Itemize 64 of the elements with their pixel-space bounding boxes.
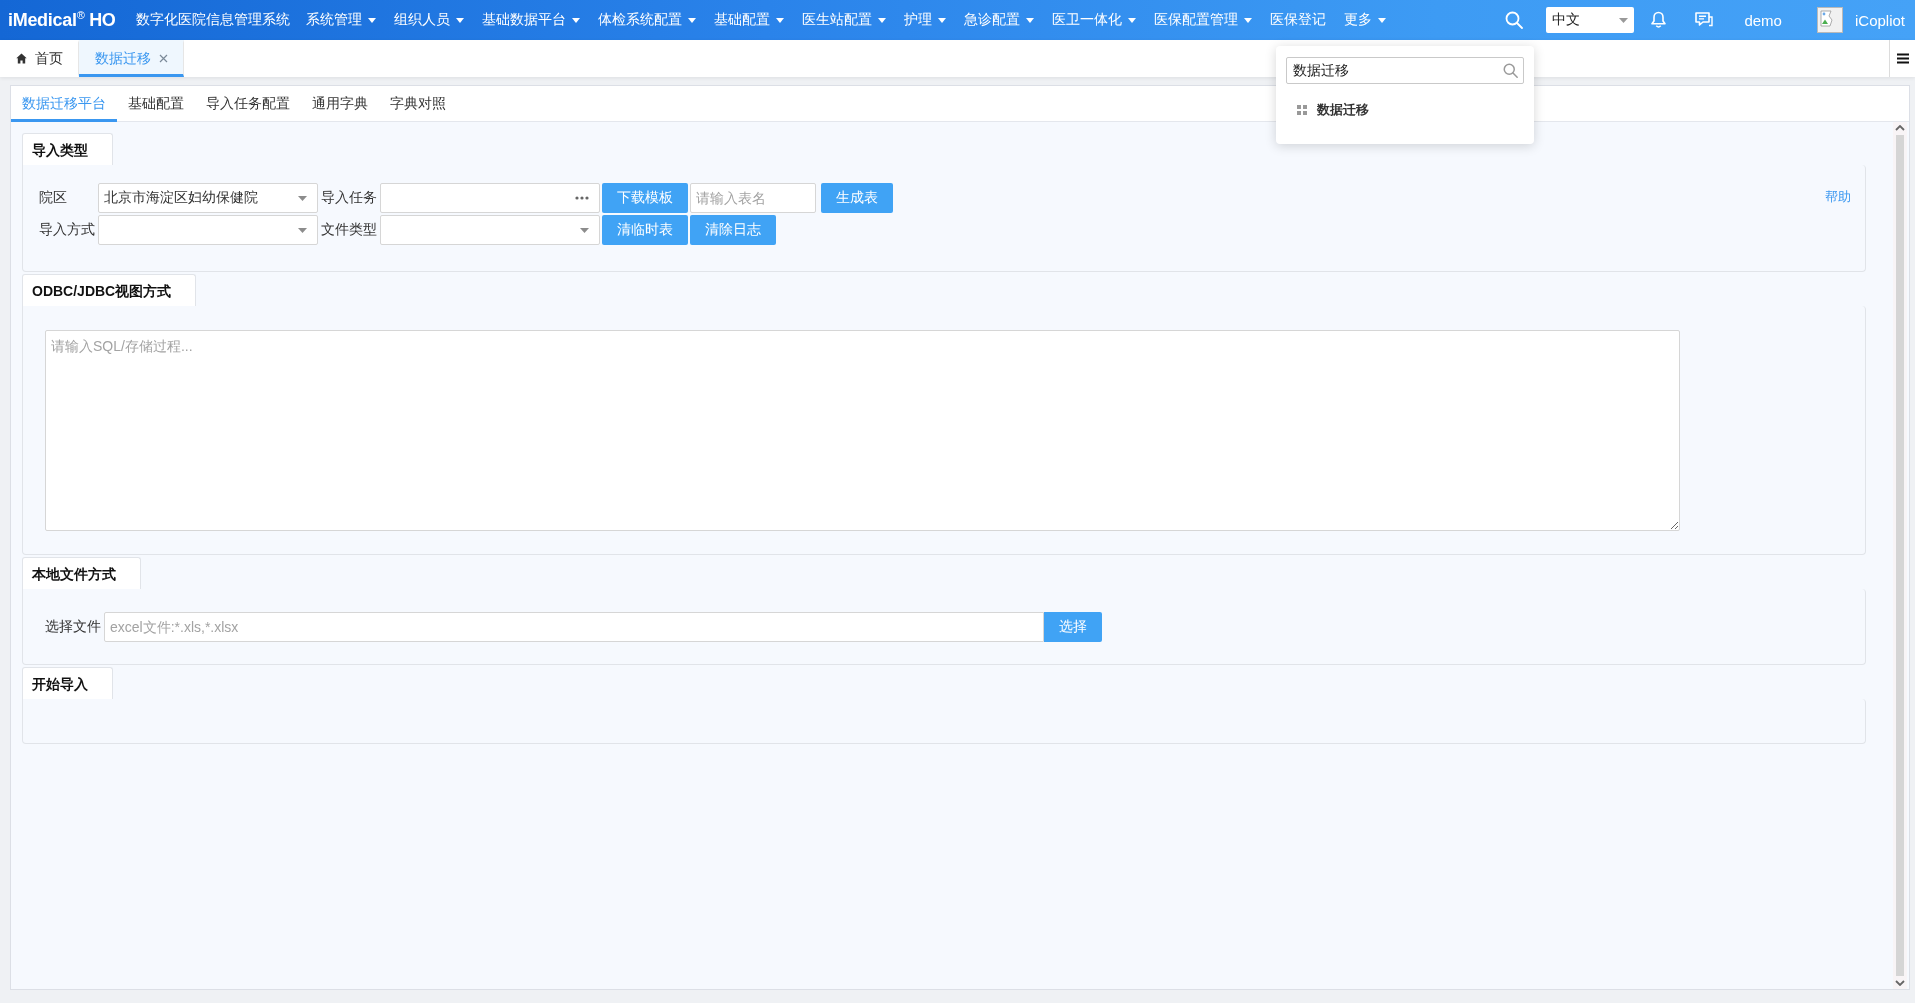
more-icon[interactable]	[575, 196, 589, 200]
page-tab[interactable]: 数据迁移	[79, 40, 184, 77]
sql-input-field[interactable]: 请输入SQL/存储过程...	[45, 330, 1680, 531]
menu-item[interactable]: 护理	[895, 0, 954, 40]
chevron-down-icon[interactable]	[1895, 980, 1905, 986]
section-heading: 本地文件方式	[22, 557, 141, 589]
choose-file-button[interactable]: 选择	[1044, 612, 1102, 642]
broken-image-icon	[1816, 7, 1843, 33]
menu-item[interactable]: 系统管理	[297, 0, 384, 40]
close-icon[interactable]	[159, 54, 168, 63]
search-field[interactable]: 数据迁移	[1286, 57, 1524, 84]
section-heading: 开始导入	[22, 667, 113, 699]
bell-icon[interactable]	[1651, 11, 1667, 29]
menu-item[interactable]: 体检系统配置	[589, 0, 704, 40]
menu-item[interactable]: 基础数据平台	[473, 0, 588, 40]
menu-item[interactable]: 医生站配置	[793, 0, 894, 40]
field-label: 导入任务	[321, 189, 378, 207]
subtab[interactable]: 字典对照	[379, 86, 457, 122]
system-title: 数字化医院信息管理系统	[135, 11, 290, 29]
caret-icon	[580, 227, 589, 233]
subtab[interactable]: 导入任务配置	[195, 86, 301, 122]
subtab[interactable]: 基础配置	[117, 86, 195, 122]
chevron-up-icon[interactable]	[1895, 125, 1905, 131]
search-icon[interactable]	[1503, 63, 1518, 78]
chat-icon[interactable]	[1695, 12, 1714, 28]
menu-item[interactable]: 组织人员	[385, 0, 472, 40]
picker-field[interactable]	[380, 183, 600, 213]
caret-icon	[298, 195, 307, 201]
caret-icon	[298, 227, 307, 233]
select-field[interactable]	[98, 215, 318, 245]
grid-icon	[1297, 105, 1307, 115]
language-select[interactable]: 中文	[1546, 7, 1635, 33]
brand-logo: iMedical$^{®}$ HO	[8, 9, 116, 31]
menu-item[interactable]: 医卫一体化	[1043, 0, 1144, 40]
action-button[interactable]: 下载模板	[602, 183, 688, 213]
menu-item[interactable]: 更多	[1335, 0, 1394, 40]
subtab[interactable]: 通用字典	[301, 86, 379, 122]
section-heading: 导入类型	[22, 133, 113, 165]
action-button[interactable]: 清临时表	[602, 215, 688, 245]
field-label: 文件类型	[321, 221, 378, 239]
field-label: 选择文件	[45, 618, 101, 636]
caret-icon	[1619, 17, 1629, 23]
scrollbar[interactable]	[1893, 122, 1907, 989]
section-heading: ODBC/JDBC视图方式	[22, 274, 197, 306]
search-result-item[interactable]: 数据迁移	[1297, 101, 1369, 119]
input-field[interactable]: 请输入表名	[690, 183, 816, 213]
file-path-field[interactable]: excel文件:*.xls,*.xlsx	[104, 612, 1044, 642]
user-name[interactable]: demo	[1744, 11, 1782, 29]
menu-icon[interactable]	[1896, 53, 1909, 64]
home-icon	[16, 53, 27, 64]
help-link[interactable]: 帮助	[1825, 188, 1851, 206]
select-field[interactable]	[380, 215, 600, 245]
menu-item[interactable]: 医保登记	[1261, 0, 1334, 40]
menu-item[interactable]: 急诊配置	[955, 0, 1042, 40]
field-label: 院区	[39, 189, 68, 207]
assistant-link[interactable]: iCopliot	[1854, 11, 1905, 29]
action-button[interactable]: 清除日志	[690, 215, 776, 245]
page-tab[interactable]: 首页	[0, 40, 79, 77]
search-icon[interactable]	[1505, 11, 1524, 29]
menu-item[interactable]: 基础配置	[705, 0, 792, 40]
select-field[interactable]: 北京市海淀区妇幼保健院	[98, 183, 318, 213]
menu-item[interactable]: 医保配置管理	[1145, 0, 1260, 40]
action-button[interactable]: 生成表	[821, 183, 893, 213]
field-label: 导入方式	[39, 221, 96, 239]
